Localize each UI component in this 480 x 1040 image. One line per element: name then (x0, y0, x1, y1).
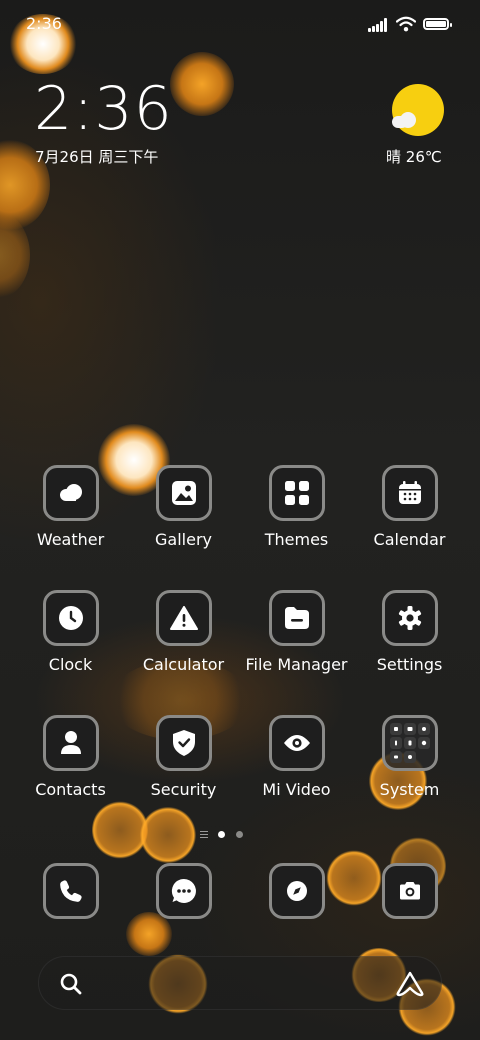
weather-condition: 晴 (386, 148, 402, 166)
app-label: System (379, 780, 440, 799)
app-label: Calculator (142, 655, 225, 674)
app-label: Settings (376, 655, 443, 674)
dock-camera[interactable] (353, 863, 466, 919)
app-label: Calendar (373, 530, 446, 549)
battery-icon (423, 18, 452, 30)
app-system-folder[interactable]: System (353, 715, 466, 799)
app-label: Security (150, 780, 217, 799)
phone-icon (42, 863, 99, 919)
page-dot-active (218, 831, 225, 838)
gallery-icon (155, 465, 212, 521)
dock-messages[interactable] (127, 863, 240, 919)
app-label: Gallery (155, 530, 212, 549)
wifi-icon (396, 16, 416, 32)
status-time: 2:36 (26, 14, 62, 33)
dock-browser[interactable] (240, 863, 353, 919)
page-list-icon (200, 831, 208, 840)
app-mi-video[interactable]: Mi Video (240, 715, 353, 799)
contacts-icon (42, 715, 99, 771)
app-label: Weather (36, 530, 105, 549)
app-calculator[interactable]: Calculator (127, 590, 240, 674)
weather-widget-text[interactable]: 晴 26℃ (386, 146, 442, 167)
app-weather[interactable]: Weather (14, 465, 127, 549)
app-calendar[interactable]: Calendar (353, 465, 466, 549)
status-bar: 2:36 (0, 14, 480, 38)
system-folder-icon (381, 715, 438, 771)
app-gallery[interactable]: Gallery (127, 465, 240, 549)
app-clock[interactable]: Clock (14, 590, 127, 674)
themes-icon (268, 465, 325, 521)
app-label: Themes (264, 530, 329, 549)
calendar-icon (381, 465, 438, 521)
clock-widget-date[interactable]: 7月26日 周三下午 (35, 146, 158, 167)
mi-video-icon (268, 715, 325, 771)
weather-icon (42, 465, 99, 521)
clock-widget-time[interactable]: 2:36 (34, 76, 173, 142)
assistant-icon[interactable] (395, 971, 425, 997)
page-indicator[interactable] (200, 830, 248, 840)
file-manager-icon (268, 590, 325, 646)
app-contacts[interactable]: Contacts (14, 715, 127, 799)
weather-temperature: 26℃ (405, 148, 442, 166)
settings-icon (381, 590, 438, 646)
security-icon (155, 715, 212, 771)
app-security[interactable]: Security (127, 715, 240, 799)
app-settings[interactable]: Settings (353, 590, 466, 674)
search-bar[interactable] (38, 956, 442, 1010)
messages-icon (155, 863, 212, 919)
calculator-icon (155, 590, 212, 646)
signal-icon (368, 18, 390, 32)
clock-icon (42, 590, 99, 646)
app-file-manager[interactable]: File Manager (240, 590, 353, 674)
app-label: Contacts (35, 780, 106, 799)
search-icon (60, 973, 82, 995)
sunny-cloud-icon[interactable] (392, 84, 444, 136)
dock-phone[interactable] (14, 863, 127, 919)
page-dot (236, 831, 243, 838)
app-themes[interactable]: Themes (240, 465, 353, 549)
app-label: Clock (48, 655, 93, 674)
app-label: Mi Video (262, 780, 331, 799)
app-label: File Manager (245, 655, 348, 674)
camera-icon (381, 863, 438, 919)
browser-icon (268, 863, 325, 919)
